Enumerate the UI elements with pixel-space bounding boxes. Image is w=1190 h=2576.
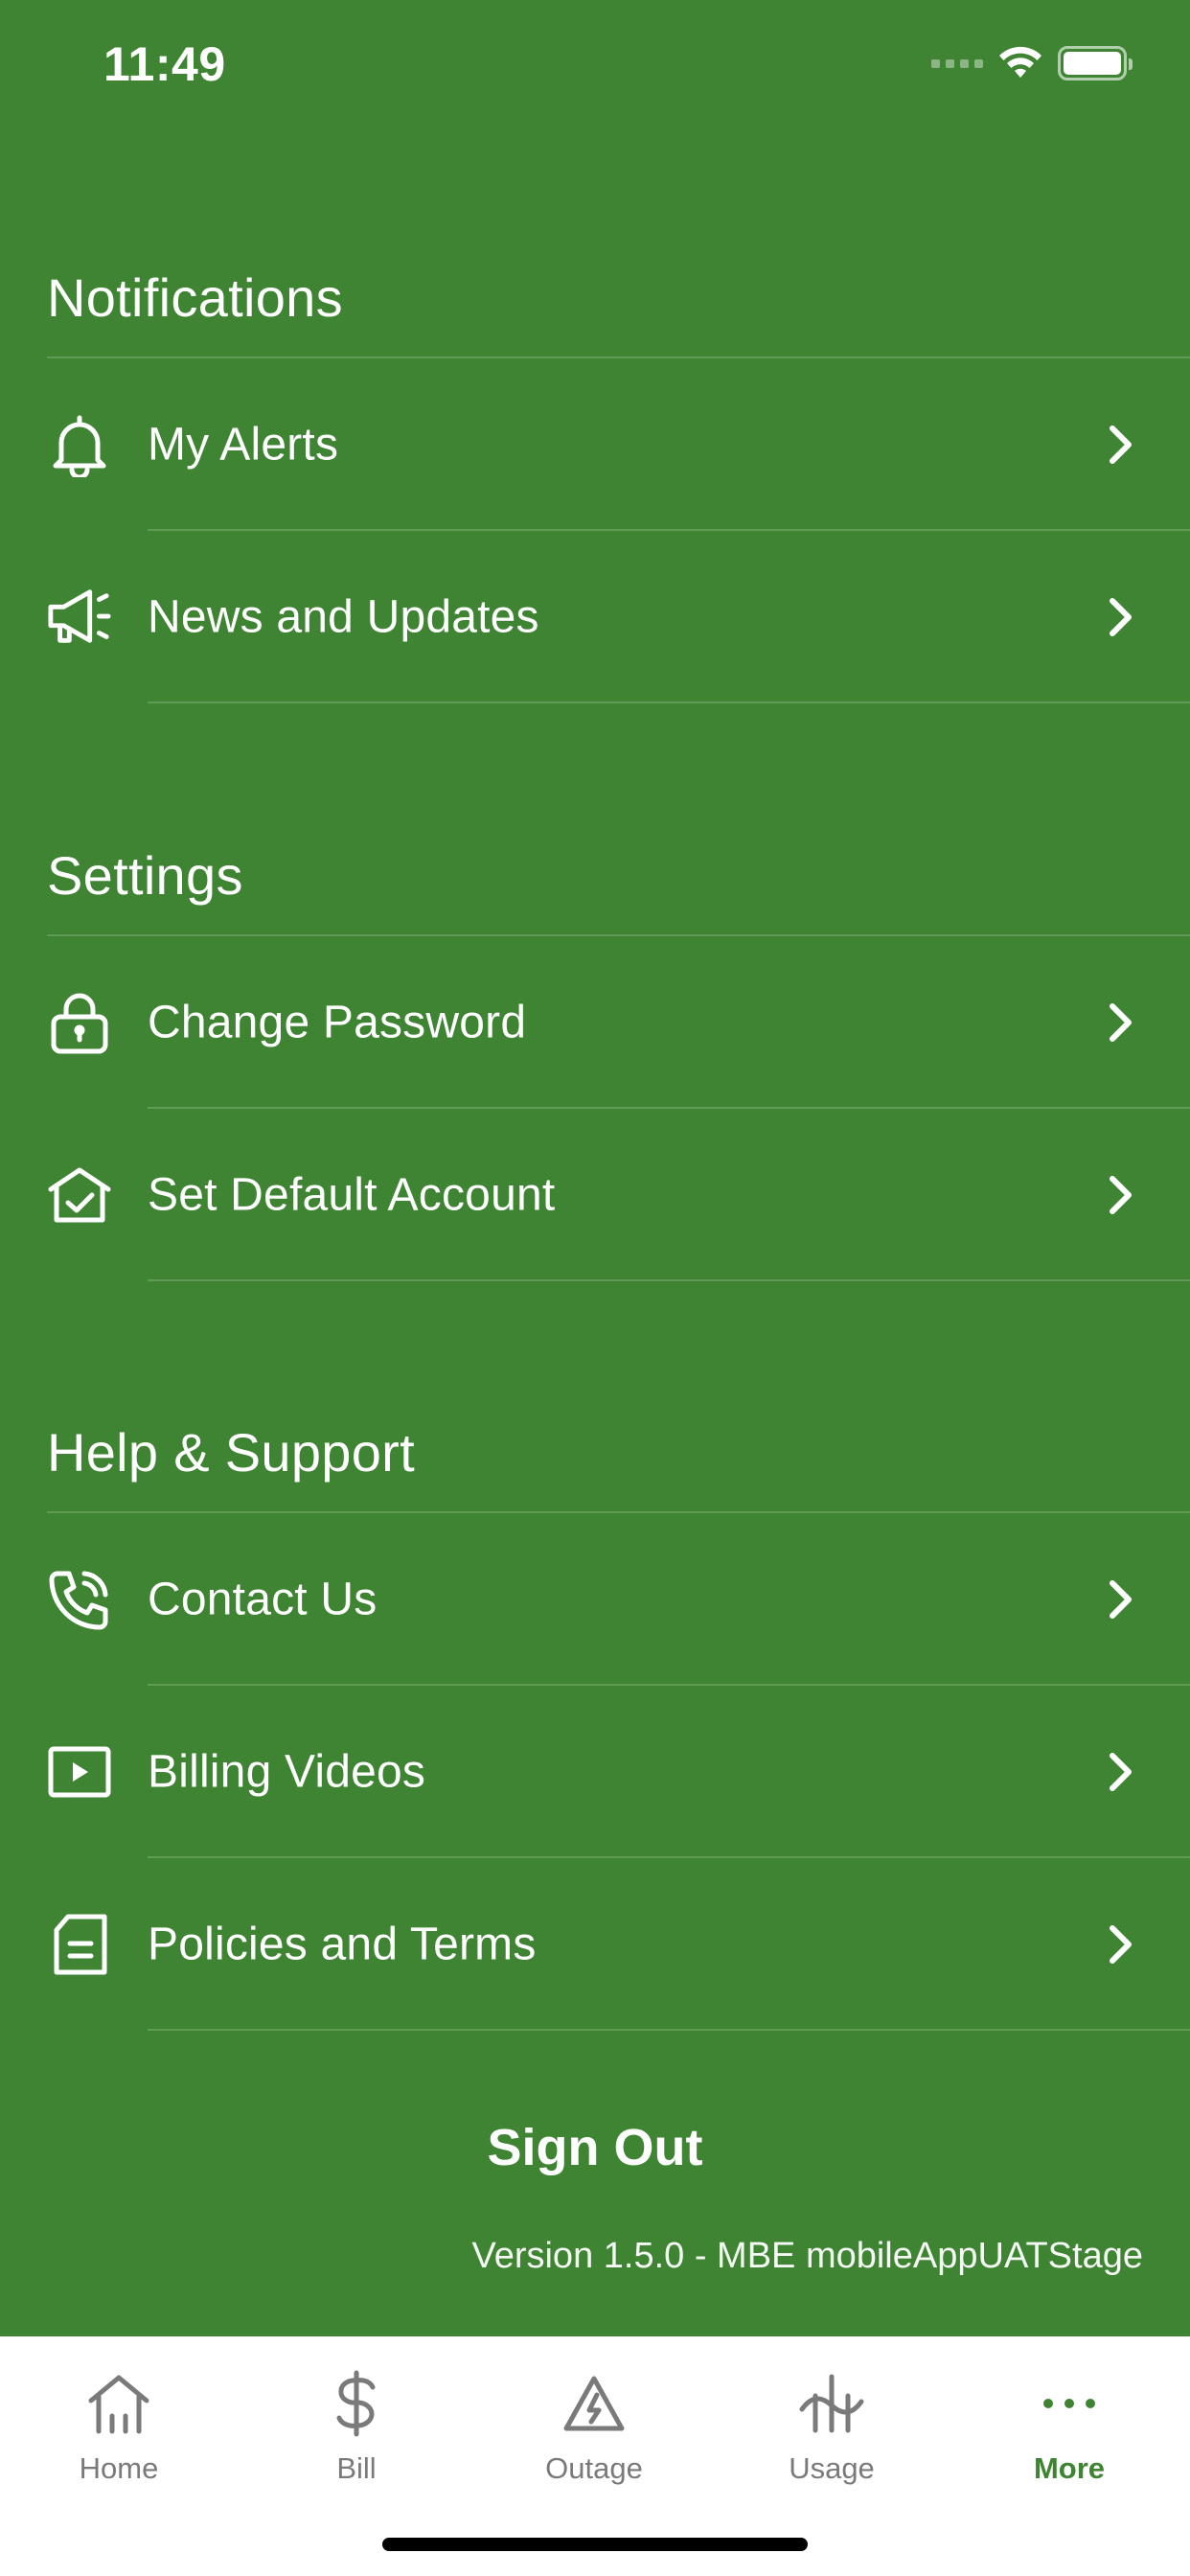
usage-icon <box>793 2365 870 2442</box>
menu-item-set-default-account[interactable]: Set Default Account <box>0 1109 1190 1281</box>
menu-item-label: News and Updates <box>148 591 539 643</box>
menu-item-news-and-updates[interactable]: News and Updates <box>0 531 1190 703</box>
menu-item-change-password[interactable]: Change Password <box>0 936 1190 1109</box>
chevron-right-icon <box>1102 1749 1140 1795</box>
chevron-right-icon <box>1102 1172 1140 1218</box>
menu-item-label: Billing Videos <box>148 1746 426 1798</box>
chevron-right-icon <box>1102 1921 1140 1967</box>
megaphone-icon <box>47 585 112 650</box>
outage-warning-icon <box>556 2365 632 2442</box>
chevron-right-icon <box>1102 1576 1140 1622</box>
tab-bill[interactable]: Bill <box>238 2365 475 2518</box>
row-divider <box>148 2029 1190 2031</box>
tab-home[interactable]: Home <box>0 2365 238 2518</box>
phone-icon <box>47 1567 112 1632</box>
tab-label: More <box>1033 2451 1106 2485</box>
menu-item-label: My Alerts <box>148 419 339 471</box>
tab-usage[interactable]: Usage <box>713 2365 950 2518</box>
wifi-icon <box>999 46 1041 78</box>
battery-icon <box>1058 46 1133 80</box>
status-icons <box>931 42 1133 84</box>
more-dots-icon <box>1031 2365 1108 2442</box>
cellular-signal-icon <box>931 58 983 68</box>
status-time: 11:49 <box>103 37 226 91</box>
section-title-settings: Settings <box>47 845 243 906</box>
tab-label: Bill <box>336 2451 377 2485</box>
menu-item-policies-and-terms[interactable]: Policies and Terms <box>0 1858 1190 2031</box>
dollar-icon <box>318 2365 395 2442</box>
tab-outage[interactable]: Outage <box>475 2365 713 2518</box>
tab-label: Home <box>79 2451 159 2485</box>
video-play-icon <box>47 1739 112 1805</box>
tab-label: Usage <box>789 2451 875 2485</box>
row-divider <box>148 702 1190 703</box>
sign-out-button[interactable]: Sign Out <box>0 2118 1190 2177</box>
menu-item-label: Policies and Terms <box>148 1919 537 1970</box>
menu-item-label: Change Password <box>148 997 527 1048</box>
menu-item-label: Set Default Account <box>148 1169 556 1221</box>
section-title-help-support: Help & Support <box>47 1422 415 1483</box>
menu-item-my-alerts[interactable]: My Alerts <box>0 358 1190 531</box>
menu-item-billing-videos[interactable]: Billing Videos <box>0 1686 1190 1858</box>
house-check-icon <box>47 1162 112 1228</box>
home-icon <box>80 2365 157 2442</box>
status-bar: 11:49 <box>0 0 1190 134</box>
lock-icon <box>47 990 112 1055</box>
bell-icon <box>47 412 112 477</box>
menu-item-label: Contact Us <box>148 1574 378 1625</box>
chevron-right-icon <box>1102 422 1140 468</box>
home-indicator <box>382 2538 808 2551</box>
tab-label: Outage <box>545 2451 643 2485</box>
row-divider <box>148 1279 1190 1281</box>
menu-item-contact-us[interactable]: Contact Us <box>0 1513 1190 1686</box>
tab-more[interactable]: More <box>950 2365 1188 2518</box>
section-title-notifications: Notifications <box>47 267 343 328</box>
chevron-right-icon <box>1102 594 1140 640</box>
version-text: Version 1.5.0 - MBE mobileAppUATStage <box>471 2236 1143 2276</box>
chevron-right-icon <box>1102 1000 1140 1046</box>
document-icon <box>47 1912 112 1977</box>
